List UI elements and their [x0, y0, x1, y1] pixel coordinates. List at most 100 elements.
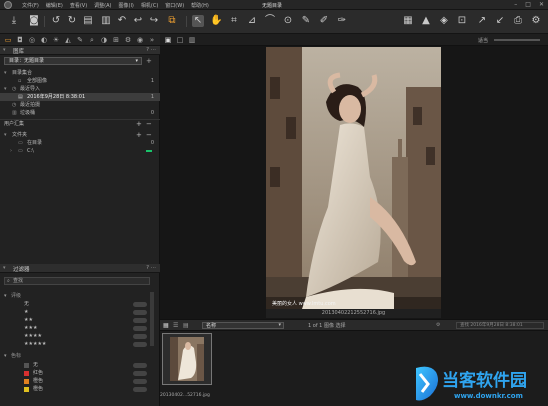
rotate-left-icon[interactable]: ↺ [50, 15, 62, 27]
eraser-icon[interactable]: ✐ [318, 15, 330, 27]
menu-adjust[interactable]: 调整(A) [94, 2, 111, 9]
list-view-icon[interactable]: ☰ [173, 322, 178, 329]
menu-window[interactable]: 窗口(W) [165, 2, 184, 9]
capture-tab-icon[interactable]: ◘ [16, 36, 24, 44]
grid-view-icon[interactable]: ▦ [163, 322, 169, 329]
menu-edit[interactable]: 编辑(E) [46, 2, 63, 9]
more-tab-icon[interactable]: » [148, 36, 156, 44]
exposure-warning-icon[interactable]: ▲ [420, 15, 432, 27]
menu-view[interactable]: 查看(V) [70, 2, 87, 9]
menu-image[interactable]: 图像(I) [119, 2, 134, 9]
folders-header[interactable]: ▾ 文件夹 + − [0, 131, 160, 139]
output-tab-icon[interactable]: ⊞ [112, 36, 120, 44]
select-cursor-icon[interactable]: ↖ [192, 15, 204, 27]
color-row[interactable]: 无 [0, 362, 160, 369]
camera-icon[interactable]: ◙ [28, 15, 40, 27]
user-collections-header[interactable]: 用户汇集 + − [0, 119, 160, 128]
thumbnail[interactable] [162, 333, 212, 385]
list-item[interactable]: › ▭ C:\ [0, 147, 160, 155]
picker-icon[interactable]: ✑ [336, 15, 348, 27]
list-item[interactable]: ▫ 全部图像 1 [0, 77, 160, 85]
import-icon[interactable]: ⤓ [8, 15, 20, 27]
remove-folder-icon[interactable]: − [146, 131, 152, 139]
filter-search-input[interactable]: ⌕ 查找 [4, 277, 150, 285]
menu-camera[interactable]: 相机(C) [141, 2, 158, 9]
browser-search-input[interactable]: 查找 2016年9月28日 8:38:01 [456, 322, 544, 329]
compare-view-icon[interactable]: □ [176, 36, 184, 44]
panel-menu-icon[interactable]: ? ··· [146, 265, 156, 271]
print-icon[interactable]: ⎙ [512, 15, 524, 27]
menu-file[interactable]: 文件(F) [22, 2, 39, 9]
local-adjust-tab-icon[interactable]: ✎ [76, 36, 84, 44]
rating-row[interactable]: ★ [0, 309, 160, 316]
rotate-right-icon[interactable]: ↻ [66, 15, 78, 27]
sort-dropdown[interactable]: 名称 ▾ [202, 322, 284, 329]
filmstrip-view-icon[interactable]: ▤ [183, 322, 189, 329]
list-item[interactable]: ▥ 垃圾桶 0 [0, 109, 160, 117]
variants-icon[interactable]: ⧉ [166, 15, 178, 27]
gear-icon[interactable]: ⚙ [530, 15, 542, 27]
view-options-icon[interactable]: ⚙ [436, 322, 440, 328]
export-arrow-icon[interactable]: ↗ [476, 15, 488, 27]
maximize-button[interactable]: □ [525, 1, 531, 8]
trash-icon[interactable]: ▥ [100, 15, 112, 27]
hand-pan-icon[interactable]: ✋ [210, 15, 222, 27]
brush-icon[interactable]: ✎ [300, 15, 312, 27]
rating-row[interactable]: 无 [0, 301, 160, 308]
straighten-icon[interactable]: ⊿ [246, 15, 258, 27]
keystone-icon[interactable]: ⌒ [264, 15, 276, 27]
paste-adjust-icon[interactable]: ↙ [494, 15, 506, 27]
list-item[interactable]: ◷ 最近拍摄 [0, 101, 160, 109]
grid-icon[interactable]: ▦ [402, 15, 414, 27]
undo-icon[interactable]: ↩ [132, 15, 144, 27]
settings-tab-icon[interactable]: ⚙ [124, 36, 132, 44]
list-item[interactable]: ▾ ◷ 最近导入 [0, 85, 160, 93]
zoom-slider[interactable] [494, 39, 540, 41]
rating-row[interactable]: ★★★★ [0, 333, 160, 340]
panel-menu-icon[interactable]: ? ··· [146, 47, 156, 53]
color-row[interactable]: 橙色 [0, 386, 160, 393]
add-catalog-icon[interactable]: + [146, 57, 152, 65]
copy-adjust-icon[interactable]: ⊡ [456, 15, 468, 27]
rating-row[interactable]: ★★ [0, 317, 160, 324]
search-tab-icon[interactable]: ⌕ [88, 36, 96, 44]
library-panel-header[interactable]: ▾ 图库 ? ··· [0, 46, 160, 55]
zoom-fit-label[interactable]: 适当 [478, 37, 488, 44]
rating-header[interactable]: ▾ 评级 [0, 293, 160, 300]
detail-tab-icon[interactable]: ◭ [64, 36, 72, 44]
filter-panel-header[interactable]: ▾ 过滤器 ? ··· [0, 264, 160, 273]
menu-help[interactable]: 帮助(H) [191, 2, 209, 9]
single-view-icon[interactable]: ▣ [164, 36, 172, 44]
close-button[interactable]: ✕ [539, 1, 544, 8]
list-item-label: C:\ [27, 148, 34, 154]
color-label-header[interactable]: ▾ 色标 [0, 353, 160, 360]
redo-icon[interactable]: ↪ [148, 15, 160, 27]
list-item[interactable]: ▤ 2016年9月28日 8:38:01 1 [0, 93, 160, 101]
lens-tab-icon[interactable]: ◎ [28, 36, 36, 44]
minimize-button[interactable]: – [514, 1, 517, 8]
color-row[interactable]: 红色 [0, 370, 160, 377]
add-folder-icon[interactable]: + [136, 131, 142, 139]
list-item-count: 1 [150, 78, 154, 84]
color-row[interactable]: 橙色 [0, 378, 160, 385]
spot-removal-icon[interactable]: ⊙ [282, 15, 294, 27]
rating-row[interactable]: ★★★ [0, 325, 160, 332]
folder-icon[interactable]: ▤ [82, 15, 94, 27]
undo-history-icon[interactable]: ↶ [116, 15, 128, 27]
catalog-collection-header[interactable]: ▾ 目录集合 [0, 69, 160, 77]
multi-view-icon[interactable]: ▥ [188, 36, 196, 44]
batch-tab-icon[interactable]: ◉ [136, 36, 144, 44]
remove-collection-icon[interactable]: − [146, 120, 152, 128]
crop-icon[interactable]: ⌗ [228, 15, 240, 27]
rating-row[interactable]: ★★★★★ [0, 341, 160, 348]
list-item[interactable]: ▭ 在目录 0 [0, 139, 160, 147]
add-collection-icon[interactable]: + [136, 120, 142, 128]
metadata-tab-icon[interactable]: ◑ [100, 36, 108, 44]
list-item-label: 全部图像 [27, 78, 48, 84]
catalog-dropdown[interactable]: 目录：无题目录 ▾ [4, 57, 142, 65]
library-tab-icon[interactable]: ▭ [4, 36, 12, 44]
toolbar-divider [44, 16, 45, 27]
focus-mask-icon[interactable]: ◈ [438, 15, 450, 27]
exposure-tab-icon[interactable]: ☀ [52, 36, 60, 44]
color-tab-icon[interactable]: ◐ [40, 36, 48, 44]
